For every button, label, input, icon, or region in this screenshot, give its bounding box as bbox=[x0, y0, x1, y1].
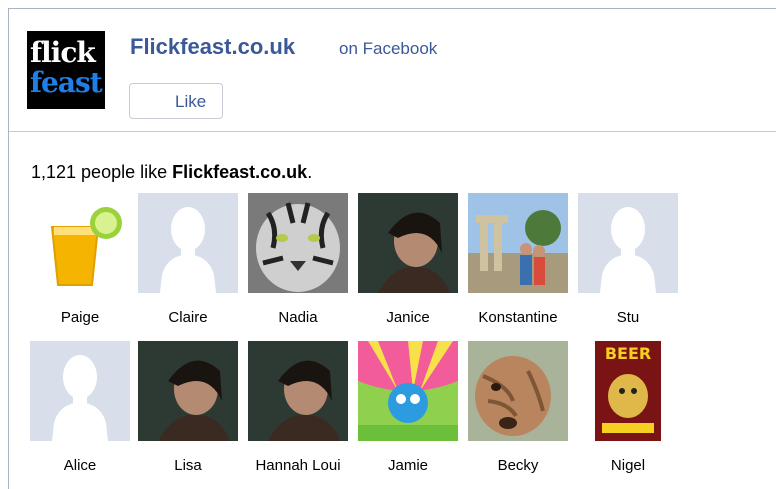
fan-tile[interactable]: Jamie bbox=[353, 341, 463, 481]
fan-avatar[interactable] bbox=[248, 341, 348, 441]
fan-avatar[interactable] bbox=[30, 193, 130, 293]
fan-tile[interactable]: Lisa bbox=[133, 341, 243, 481]
fan-name[interactable]: Konstantine bbox=[463, 309, 573, 326]
fan-avatar[interactable] bbox=[30, 341, 130, 441]
fan-avatar[interactable] bbox=[358, 193, 458, 293]
logo-text-flick: flick bbox=[30, 36, 96, 69]
fan-avatar[interactable] bbox=[248, 193, 348, 293]
fan-tile[interactable]: Janice bbox=[353, 193, 463, 333]
fan-tile[interactable]: Stu bbox=[573, 193, 683, 333]
fan-avatar[interactable] bbox=[468, 193, 568, 293]
fan-count-summary: 1,121 people like Flickfeast.co.uk. bbox=[31, 162, 312, 183]
summary-page-name: Flickfeast.co.uk bbox=[172, 162, 308, 182]
fan-avatar[interactable] bbox=[138, 193, 238, 293]
fan-name[interactable]: Claire bbox=[133, 309, 243, 326]
like-button[interactable]: Like bbox=[129, 83, 223, 119]
fan-name[interactable]: Nigel bbox=[573, 457, 683, 474]
summary-period: . bbox=[307, 162, 313, 182]
fan-name[interactable]: Lisa bbox=[133, 457, 243, 474]
fan-tile[interactable]: Paige bbox=[25, 193, 135, 333]
fan-tile[interactable]: Konstantine bbox=[463, 193, 573, 333]
logo-text-feast: feast bbox=[30, 66, 103, 99]
fan-name[interactable]: Jamie bbox=[353, 457, 463, 474]
fan-tile[interactable]: Claire bbox=[133, 193, 243, 333]
fan-name[interactable]: Stu bbox=[573, 309, 683, 326]
fan-name[interactable]: Paige bbox=[25, 309, 135, 326]
fan-avatar[interactable] bbox=[358, 341, 458, 441]
on-facebook-link[interactable]: on Facebook bbox=[339, 39, 437, 59]
fan-tile[interactable]: Nadia bbox=[243, 193, 353, 333]
fan-name[interactable]: Janice bbox=[353, 309, 463, 326]
fan-avatar[interactable] bbox=[578, 193, 678, 293]
svg-text:BEER: BEER bbox=[605, 344, 651, 363]
facebook-like-box: flick feast Flickfeast.co.uk on Facebook… bbox=[8, 8, 776, 489]
page-name-link[interactable]: Flickfeast.co.uk bbox=[130, 34, 295, 60]
fan-name[interactable]: Alice bbox=[25, 457, 135, 474]
page-logo[interactable]: flick feast bbox=[27, 31, 105, 109]
fan-tile[interactable]: Becky bbox=[463, 341, 573, 481]
fan-tile[interactable]: Alice bbox=[25, 341, 135, 481]
fan-tile[interactable]: Hannah Loui bbox=[243, 341, 353, 481]
fan-name[interactable]: Becky bbox=[463, 457, 573, 474]
like-button-label: Like bbox=[175, 92, 207, 111]
fan-name[interactable]: Hannah Loui bbox=[243, 457, 353, 474]
fan-avatar[interactable]: BEER bbox=[578, 341, 678, 441]
fan-avatar[interactable] bbox=[468, 341, 568, 441]
like-box-header: flick feast Flickfeast.co.uk on Facebook… bbox=[9, 9, 776, 132]
fan-count-text: 1,121 people like bbox=[31, 162, 168, 182]
fan-avatar[interactable] bbox=[138, 341, 238, 441]
fan-name[interactable]: Nadia bbox=[243, 309, 353, 326]
fan-tile[interactable]: BEER Nigel bbox=[573, 341, 683, 481]
